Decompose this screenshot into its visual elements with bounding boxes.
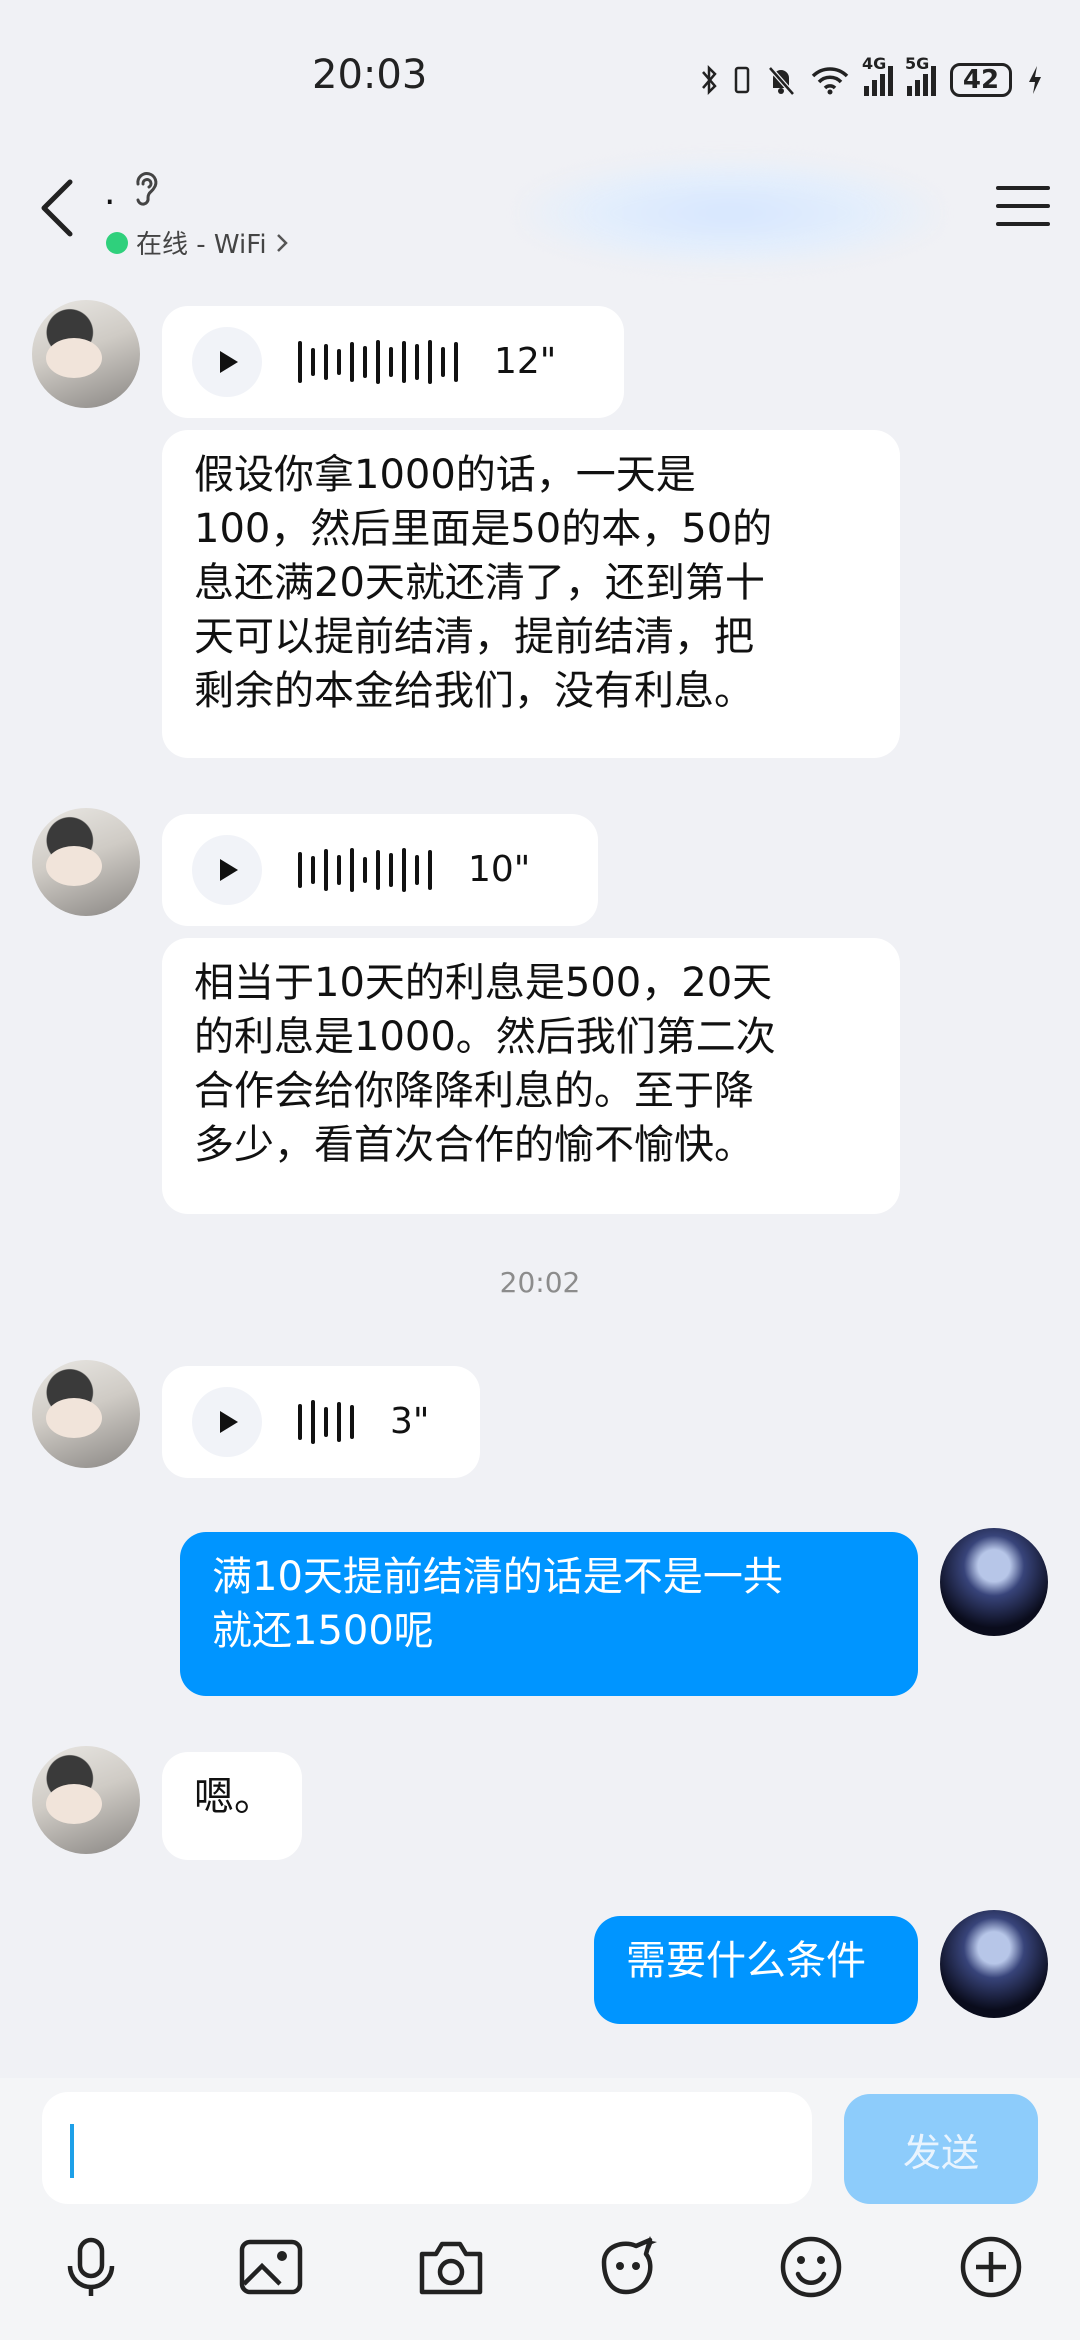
contact-avatar[interactable]	[32, 1746, 140, 1854]
voice-duration: 12"	[494, 341, 557, 382]
cellular-4g-icon: 4G	[862, 54, 893, 96]
play-button[interactable]	[192, 327, 262, 397]
voice-waveform-icon	[298, 1399, 354, 1445]
voice-duration: 10"	[468, 849, 531, 890]
chat-header: . 在线 - WiFi	[0, 150, 1080, 280]
contact-avatar[interactable]	[32, 808, 140, 916]
cellular-5g-icon: 5G	[905, 54, 936, 96]
message-bubble[interactable]: 假设你拿1000的话，一天是 100，然后里面是50的本，50的 息还满20天就…	[162, 430, 900, 758]
voice-message[interactable]: 3"	[162, 1366, 480, 1478]
play-button[interactable]	[192, 835, 262, 905]
play-icon	[220, 351, 238, 373]
contact-avatar[interactable]	[32, 1360, 140, 1468]
blurred-banner	[520, 158, 940, 268]
camera-icon[interactable]	[416, 2232, 486, 2302]
presence-text: 在线 - WiFi	[136, 230, 267, 260]
voice-waveform-icon	[298, 847, 432, 893]
send-button[interactable]: 发送	[844, 2094, 1038, 2204]
ear-icon[interactable]	[130, 170, 162, 208]
message-bubble[interactable]: 嗯。	[162, 1752, 302, 1860]
plus-icon[interactable]	[956, 2232, 1026, 2302]
text-caret	[70, 2124, 74, 2178]
bluetooth-icon	[702, 64, 717, 96]
voice-waveform-icon	[298, 339, 458, 385]
voice-message[interactable]: 12"	[162, 306, 624, 418]
message-bubble[interactable]: 相当于10天的利息是500，20天 的利息是1000。然后我们第二次 合作会给你…	[162, 938, 900, 1214]
menu-button[interactable]	[996, 186, 1050, 230]
contact-avatar[interactable]	[32, 300, 140, 408]
hamburger-icon	[996, 186, 1050, 226]
vibrate-icon	[734, 66, 750, 94]
chevron-left-icon	[41, 179, 73, 237]
mic-icon[interactable]	[56, 2232, 126, 2302]
contact-name[interactable]: .	[104, 172, 115, 213]
sticker-icon[interactable]	[594, 2232, 664, 2302]
wifi-icon	[811, 67, 849, 95]
image-icon[interactable]	[236, 2232, 306, 2302]
back-button[interactable]	[30, 176, 90, 240]
battery-indicator: 42	[950, 63, 1012, 97]
my-avatar[interactable]	[940, 1910, 1048, 2018]
voice-duration: 3"	[390, 1401, 430, 1442]
emoji-icon[interactable]	[776, 2232, 846, 2302]
presence-status[interactable]: 在线 - WiFi	[106, 224, 289, 261]
status-icons: 4G 5G 42	[700, 54, 1044, 102]
play-button[interactable]	[192, 1387, 262, 1457]
charging-icon	[1029, 66, 1041, 94]
mute-bell-icon	[768, 66, 795, 96]
my-message-bubble[interactable]: 满10天提前结清的话是不是一共 就还1500呢	[180, 1532, 918, 1696]
message-input[interactable]	[42, 2092, 812, 2204]
input-area: 发送	[0, 2078, 1080, 2340]
status-time: 20:03	[312, 52, 428, 98]
timestamp-separator: 20:02	[499, 1266, 581, 1299]
status-bar: 20:03 4G 5G 42	[0, 0, 1080, 150]
my-message-bubble[interactable]: 需要什么条件	[594, 1916, 918, 2024]
play-icon	[220, 1411, 238, 1433]
voice-message[interactable]: 10"	[162, 814, 598, 926]
chevron-right-icon	[276, 233, 288, 252]
online-dot	[106, 231, 128, 254]
play-icon	[220, 859, 238, 881]
my-avatar[interactable]	[940, 1528, 1048, 1636]
